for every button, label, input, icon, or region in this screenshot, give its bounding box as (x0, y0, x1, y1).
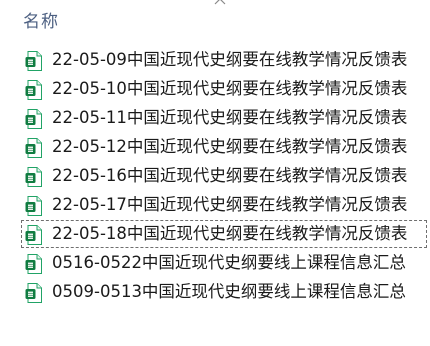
file-row[interactable]: 22-05-17中国近现代史纲要在线教学情况反馈表 (0, 191, 430, 220)
excel-spreadsheet-icon (25, 138, 42, 158)
file-name: 22-05-09中国近现代史纲要在线教学情况反馈表 (52, 50, 408, 69)
file-name: 22-05-12中国近现代史纲要在线教学情况反馈表 (52, 137, 408, 156)
excel-spreadsheet-icon (25, 225, 42, 245)
name-column-header[interactable]: 名称 (0, 0, 430, 36)
file-row[interactable]: 22-05-11中国近现代史纲要在线教学情况反馈表 (0, 104, 430, 133)
file-name: 0509-0513中国近现代史纲要线上课程信息汇总 (52, 282, 406, 301)
file-row[interactable]: 0516-0522中国近现代史纲要线上课程信息汇总 (0, 249, 430, 278)
name-column-label: 名称 (23, 12, 59, 32)
excel-spreadsheet-icon (25, 283, 42, 303)
file-row[interactable]: 22-05-12中国近现代史纲要在线教学情况反馈表 (0, 133, 430, 162)
file-name: 22-05-18中国近现代史纲要在线教学情况反馈表 (52, 224, 408, 243)
file-row-focused[interactable]: 22-05-18中国近现代史纲要在线教学情况反馈表 (0, 220, 430, 249)
excel-spreadsheet-icon (25, 51, 42, 71)
excel-spreadsheet-icon (25, 80, 42, 100)
file-name: 22-05-17中国近现代史纲要在线教学情况反馈表 (52, 195, 408, 214)
file-row[interactable]: 22-05-09中国近现代史纲要在线教学情况反馈表 (0, 46, 430, 75)
file-row[interactable]: 0509-0513中国近现代史纲要线上课程信息汇总 (0, 278, 430, 307)
excel-spreadsheet-icon (25, 254, 42, 274)
file-row[interactable]: 22-05-16中国近现代史纲要在线教学情况反馈表 (0, 162, 430, 191)
file-explorer-pane: 名称 22-05-09中国近现代史纲要在线教学情况反馈表 22-05-10中国近… (0, 0, 430, 346)
file-list: 22-05-09中国近现代史纲要在线教学情况反馈表 22-05-10中国近现代史… (0, 46, 430, 307)
file-name: 22-05-11中国近现代史纲要在线教学情况反馈表 (52, 108, 408, 127)
file-name: 22-05-16中国近现代史纲要在线教学情况反馈表 (52, 166, 408, 185)
file-row[interactable]: 22-05-10中国近现代史纲要在线教学情况反馈表 (0, 75, 430, 104)
excel-spreadsheet-icon (25, 167, 42, 187)
excel-spreadsheet-icon (25, 109, 42, 129)
excel-spreadsheet-icon (25, 196, 42, 216)
file-name: 0516-0522中国近现代史纲要线上课程信息汇总 (52, 253, 406, 272)
file-name: 22-05-10中国近现代史纲要在线教学情况反馈表 (52, 79, 408, 98)
